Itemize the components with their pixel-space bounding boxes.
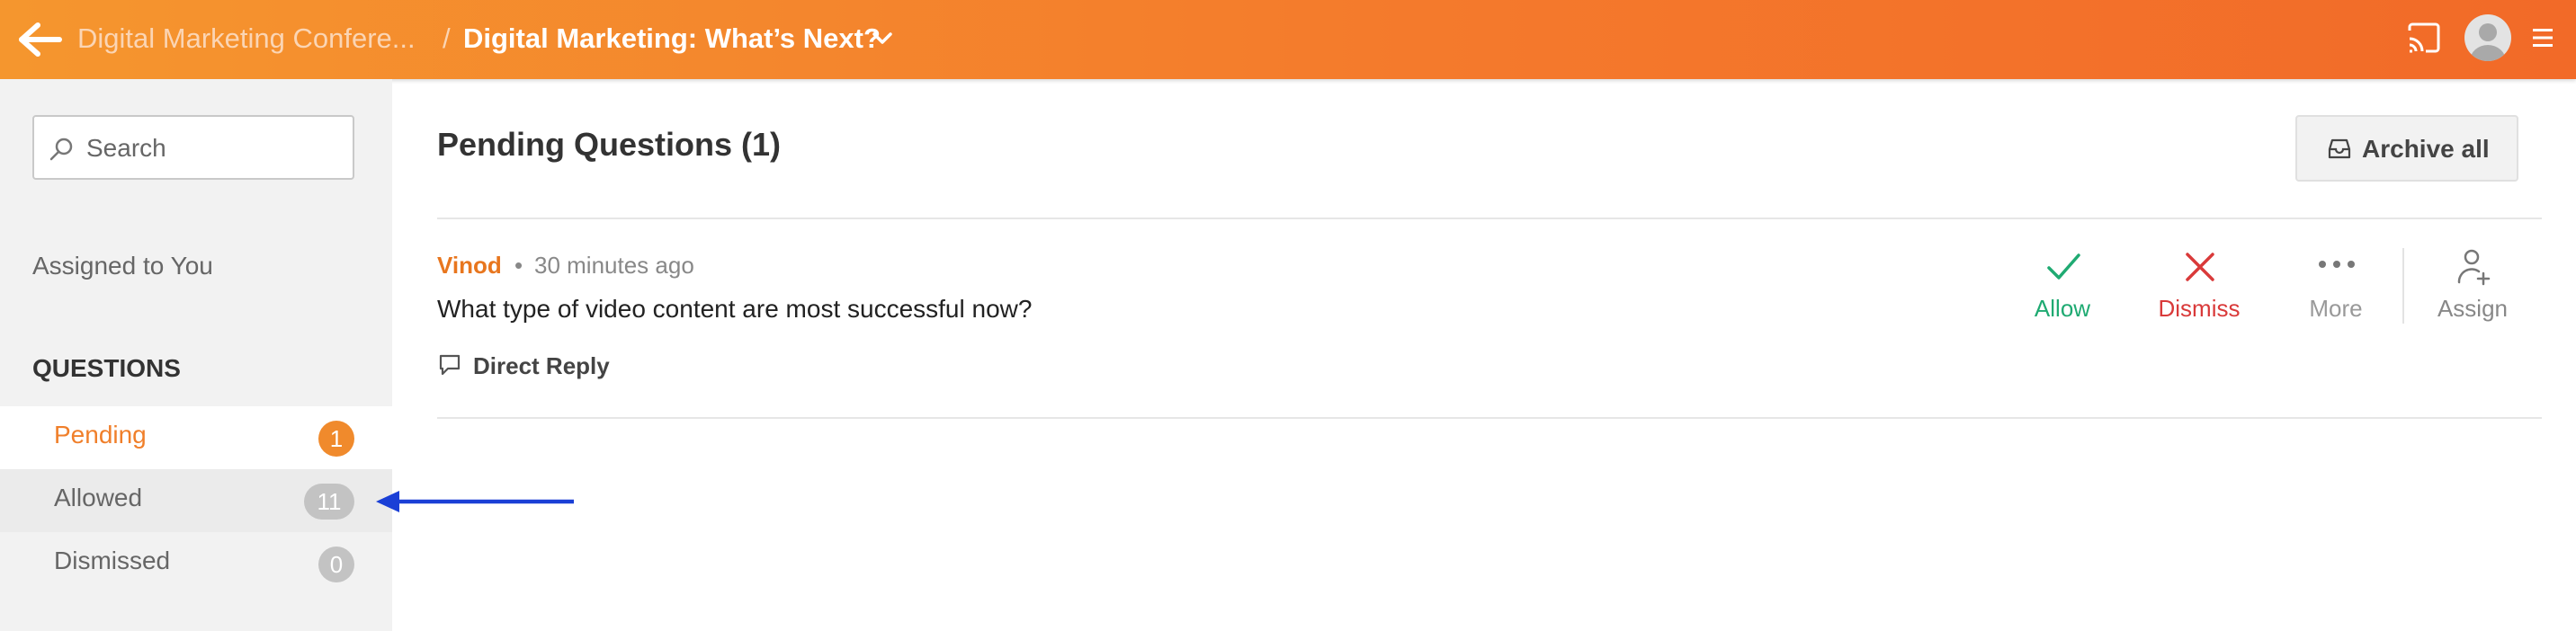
annotation-arrow-icon [372, 484, 579, 520]
allowed-count-badge: 11 [304, 484, 354, 520]
assign-label: Assign [2437, 295, 2509, 322]
direct-reply-button[interactable]: Direct Reply [437, 349, 617, 387]
sidebar-item-allowed[interactable]: Allowed 11 [0, 469, 392, 532]
back-arrow-icon[interactable] [18, 20, 63, 59]
questions-section-heading: QUESTIONS [32, 354, 181, 382]
chevron-down-icon[interactable] [871, 27, 894, 50]
pending-count-badge: 1 [318, 421, 354, 457]
user-avatar[interactable] [2464, 14, 2511, 61]
direct-reply-label: Direct Reply [473, 352, 610, 379]
archive-inbox-icon [2328, 137, 2351, 160]
archive-all-button[interactable]: Archive all [2295, 115, 2518, 182]
more-options-button[interactable]: More [2277, 244, 2394, 327]
allow-label: Allow [2034, 295, 2091, 322]
more-dots-icon [2319, 261, 2355, 268]
assign-button[interactable]: Assign [2414, 244, 2531, 327]
search-box[interactable] [32, 115, 354, 180]
breadcrumb-event-link[interactable]: Digital Marketing Confere... [77, 20, 416, 58]
archive-all-label: Archive all [2362, 135, 2490, 163]
divider [437, 417, 2542, 419]
sidebar-item-label: Pending [54, 421, 147, 449]
checkmark-icon [2047, 253, 2080, 280]
breadcrumb-separator: / [443, 22, 451, 54]
add-user-icon [2457, 249, 2491, 286]
session-title-dropdown[interactable]: Digital Marketing: What’s Next? [463, 20, 881, 58]
hamburger-menu-icon[interactable] [2533, 27, 2553, 49]
sidebar: Assigned to You QUESTIONS Pending 1 Allo… [0, 79, 392, 631]
sidebar-item-label: Dismissed [54, 547, 171, 574]
divider [437, 218, 2542, 219]
dismiss-button[interactable]: Dismiss [2141, 244, 2258, 327]
allow-button[interactable]: Allow [2004, 244, 2121, 327]
question-text: What type of video content are most succ… [437, 295, 1033, 323]
top-navigation-bar: Digital Marketing Confere... / Digital M… [0, 0, 2576, 79]
close-icon [2186, 253, 2214, 281]
page-title: Pending Questions (1) [437, 126, 782, 163]
dismissed-count-badge: 0 [318, 547, 354, 582]
sidebar-item-dismissed[interactable]: Dismissed 0 [0, 532, 392, 595]
question-timestamp: 30 minutes ago [534, 252, 694, 279]
assigned-to-you-link[interactable]: Assigned to You [32, 252, 213, 280]
reply-bubble-icon [437, 352, 462, 378]
cast-icon[interactable] [2406, 22, 2442, 54]
meta-separator: • [514, 252, 523, 279]
sidebar-item-label: Allowed [54, 484, 143, 511]
search-input[interactable] [85, 117, 349, 180]
sidebar-item-pending[interactable]: Pending 1 [0, 406, 392, 469]
dismiss-label: Dismiss [2158, 295, 2241, 322]
question-author: Vinod [437, 252, 502, 279]
more-label: More [2309, 295, 2363, 322]
search-icon [49, 137, 74, 162]
action-separator [2402, 248, 2404, 324]
